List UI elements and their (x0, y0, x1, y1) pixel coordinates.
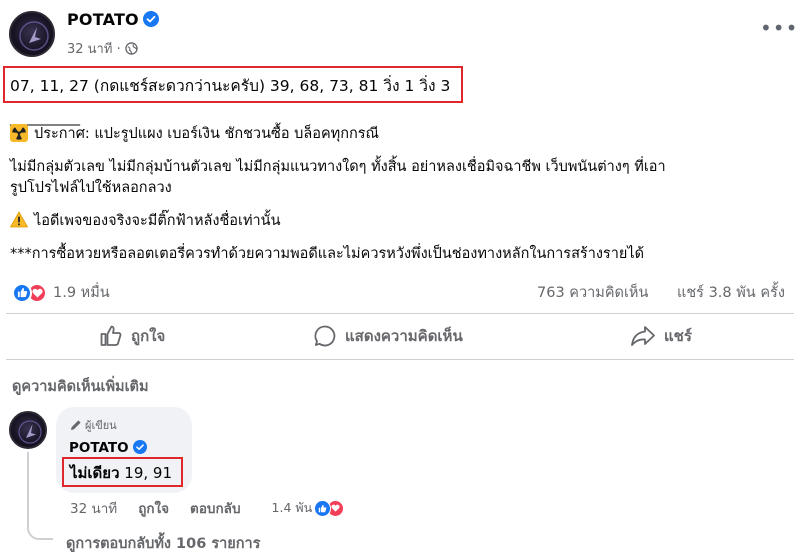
post-meta: 32 นาที · (67, 38, 138, 59)
announcement-line: ประกาศ: แปะรูปแผง เบอร์เงิน ชักชวนซื้อ บ… (10, 123, 379, 145)
globe-icon (124, 42, 138, 55)
disclaimer-line: ***การซื้อหวยหรือลอตเตอรี่ควรทำด้วยความพ… (10, 246, 645, 262)
page-name[interactable]: POTATO (67, 10, 159, 29)
verified-icon (142, 11, 159, 27)
comment-button[interactable]: แสดงความคิดเห็น (313, 322, 463, 350)
paragraph-line-1: ไม่มีกลุ่มตัวเลข ไม่มีกลุ่มบ้านตัวเลข ไม… (10, 159, 666, 175)
pencil-icon (71, 420, 81, 430)
comment-count-link[interactable]: 763 ความคิดเห็น (537, 281, 648, 304)
reaction-summary[interactable]: 1.9 หมื่น (12, 281, 110, 304)
more-options-button[interactable]: ••• (760, 18, 798, 38)
like-button[interactable]: ถูกใจ (99, 322, 165, 350)
more-icon: ••• (760, 16, 799, 40)
author-badge: ผู้เขียน (70, 416, 117, 434)
see-more-comments-link[interactable]: ดูความคิดเห็นเพิ่มเติม (12, 375, 149, 398)
comment-like-button[interactable]: ถูกใจ (138, 497, 169, 519)
radioactive-icon (10, 123, 28, 142)
like-icon (12, 282, 32, 303)
post-numbers-line: 07, 11, 27 (กดแชร์สะดวกว่านะครับ) 39, 68… (10, 77, 451, 95)
comment-reply-button[interactable]: ตอบกลับ (190, 497, 240, 519)
like-button-label: ถูกใจ (131, 327, 166, 345)
divider (6, 359, 794, 360)
share-count-link[interactable]: แชร์ 3.8 พัน ครั้ง (677, 281, 785, 304)
like-icon (314, 499, 332, 517)
comment-icon (314, 325, 336, 347)
share-button[interactable]: แชร์ (630, 322, 692, 350)
reaction-count: 1.9 หมื่น (53, 285, 110, 301)
reply-thread-line (27, 452, 53, 540)
comment-button-label: แสดงความคิดเห็น (345, 327, 463, 345)
comment-time[interactable]: 32 นาที (70, 497, 117, 519)
divider (6, 313, 794, 314)
comment-reaction-count[interactable]: 1.4 พัน (272, 498, 313, 518)
comment-text: ไม่เดียว 19, 91 (70, 464, 172, 482)
comment-actions: 32 นาที ถูกใจ ตอบกลับ 1.4 พัน (70, 497, 345, 519)
paragraph-line-2: รูปโปรไฟล์ไปใช้หลอกลวง (10, 180, 172, 196)
warning-line: ไอดีเพจของจริงจะมีติ๊กฟ้าหลังชื่อเท่านั้… (10, 211, 281, 232)
page-avatar[interactable] (9, 11, 55, 57)
view-replies-link[interactable]: ดูการตอบกลับทั้ง 106 รายการ (66, 532, 260, 555)
comment-author-name[interactable]: POTATO (69, 439, 147, 456)
warning-icon (10, 211, 28, 228)
author-badge-label: ผู้เขียน (85, 419, 117, 432)
post-time[interactable]: 32 นาที · (67, 38, 121, 59)
verified-icon (132, 439, 147, 454)
like-icon (100, 325, 122, 346)
commenter-avatar[interactable] (9, 411, 47, 449)
share-button-label: แชร์ (664, 327, 692, 345)
share-icon (631, 326, 655, 346)
